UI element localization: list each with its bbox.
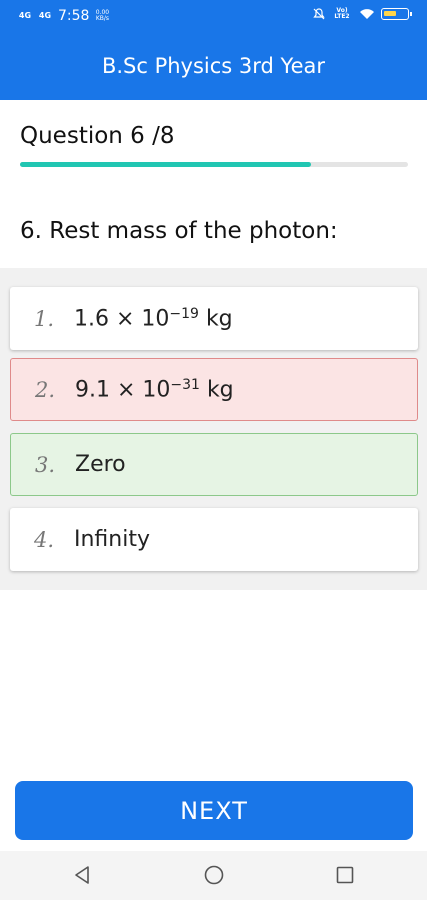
- option-3-correct[interactable]: 3. Zero: [10, 433, 418, 496]
- question-text: 6. Rest mass of the photon:: [20, 218, 338, 244]
- net-speed: 0.00 KB/s: [95, 9, 110, 22]
- progress-fill: [20, 162, 311, 167]
- system-nav-bar: [0, 851, 427, 900]
- option-4[interactable]: 4. Infinity: [10, 508, 418, 571]
- next-button[interactable]: NEXT: [15, 781, 413, 840]
- option-number: 2.: [35, 377, 56, 402]
- question-counter: Question 6 /8: [20, 123, 175, 149]
- status-time: 7:58: [58, 8, 90, 24]
- back-triangle-icon[interactable]: [70, 863, 94, 887]
- signal-icon: 4G: [18, 11, 32, 20]
- option-1[interactable]: 1. 1.6 × 10−19 kg: [10, 287, 418, 350]
- option-text: Infinity: [74, 527, 150, 552]
- status-bar: 4G 4G 7:58 0.00 KB/s Vo) LTE2: [0, 0, 427, 34]
- home-circle-icon[interactable]: [202, 863, 226, 887]
- option-text: 9.1 × 10−31 kg: [75, 376, 234, 403]
- option-number: 1.: [34, 306, 55, 331]
- option-2-wrong[interactable]: 2. 9.1 × 10−31 kg: [10, 358, 418, 421]
- option-text: Zero: [75, 452, 126, 477]
- app-title: B.Sc Physics 3rd Year: [101, 54, 326, 78]
- volte-icon: Vo) LTE2: [334, 7, 350, 20]
- recents-square-icon[interactable]: [333, 863, 357, 887]
- option-text: 1.6 × 10−19 kg: [74, 305, 233, 332]
- battery-icon: [381, 8, 412, 20]
- progress-bar: [20, 162, 408, 167]
- mute-icon: [313, 8, 325, 20]
- options-list: 1. 1.6 × 10−19 kg 2. 9.1 × 10−31 kg 3. Z…: [0, 268, 427, 590]
- option-number: 3.: [35, 452, 56, 477]
- signal-icon: 4G: [38, 11, 52, 20]
- app-bar: 4G 4G 7:58 0.00 KB/s Vo) LTE2 B.Sc Physi…: [0, 0, 427, 100]
- wifi-icon: [360, 9, 374, 19]
- option-number: 4.: [34, 527, 55, 552]
